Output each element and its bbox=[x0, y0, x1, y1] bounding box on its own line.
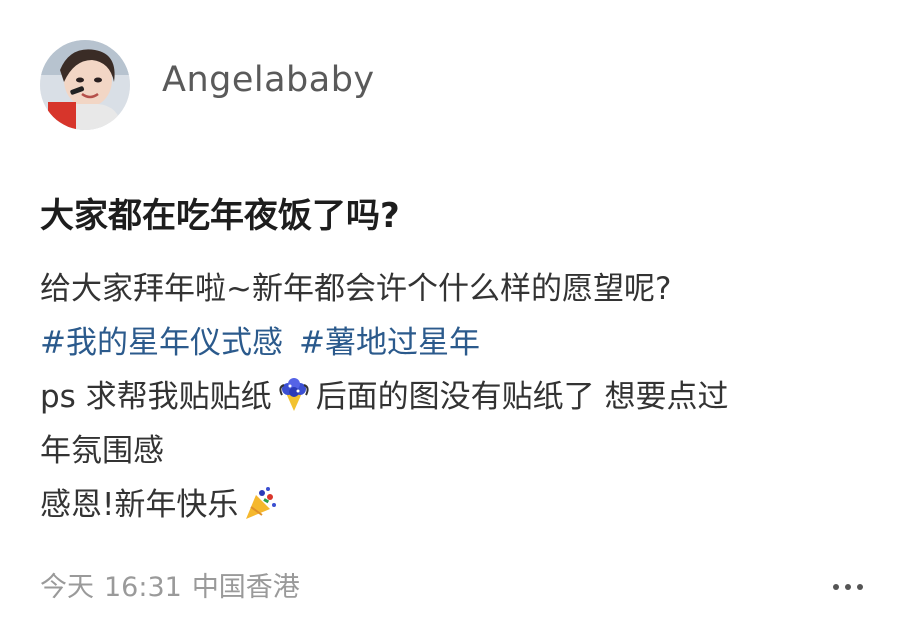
party-popper-icon bbox=[242, 484, 278, 520]
flower-bouquet-icon bbox=[276, 376, 312, 412]
avatar-photo-icon bbox=[40, 40, 130, 130]
post-content: 给大家拜年啦~新年都会许个什么样的愿望呢? #我的星年仪式感 #薯地过星年 ps … bbox=[40, 262, 880, 532]
hashtag-link[interactable]: #我的星年仪式感 bbox=[40, 325, 283, 361]
author-name[interactable]: Angelababy bbox=[162, 60, 375, 100]
post-card: Angelababy 大家都在吃年夜饭了吗? 给大家拜年啦~新年都会许个什么样的… bbox=[0, 0, 900, 620]
content-text: 感恩!新年快乐 bbox=[40, 487, 239, 523]
post-location: 中国香港 bbox=[191, 572, 300, 603]
avatar[interactable] bbox=[40, 40, 130, 130]
more-dots-icon bbox=[833, 584, 863, 590]
content-line: 给大家拜年啦~新年都会许个什么样的愿望呢? bbox=[40, 271, 672, 307]
content-text: 后面的图没有贴纸了 想要点过 bbox=[315, 379, 729, 415]
content-line: ps 求帮我贴贴纸 后面的图没有贴纸了 想要点过 bbox=[40, 370, 880, 424]
more-options-button[interactable] bbox=[828, 575, 868, 599]
content-line: 感恩!新年快乐 bbox=[40, 478, 880, 532]
hashtag-row: #我的星年仪式感 #薯地过星年 bbox=[40, 316, 880, 370]
content-text: ps 求帮我贴贴纸 bbox=[40, 379, 272, 415]
post-time: 16:31 bbox=[104, 572, 182, 603]
post-meta: 今天 16:31 中国香港 bbox=[40, 565, 310, 604]
hashtag-link[interactable]: #薯地过星年 bbox=[299, 325, 480, 361]
post-title: 大家都在吃年夜饭了吗? bbox=[40, 196, 400, 236]
post-date: 今天 bbox=[40, 572, 94, 603]
content-line: 年氛围感 bbox=[40, 433, 164, 469]
